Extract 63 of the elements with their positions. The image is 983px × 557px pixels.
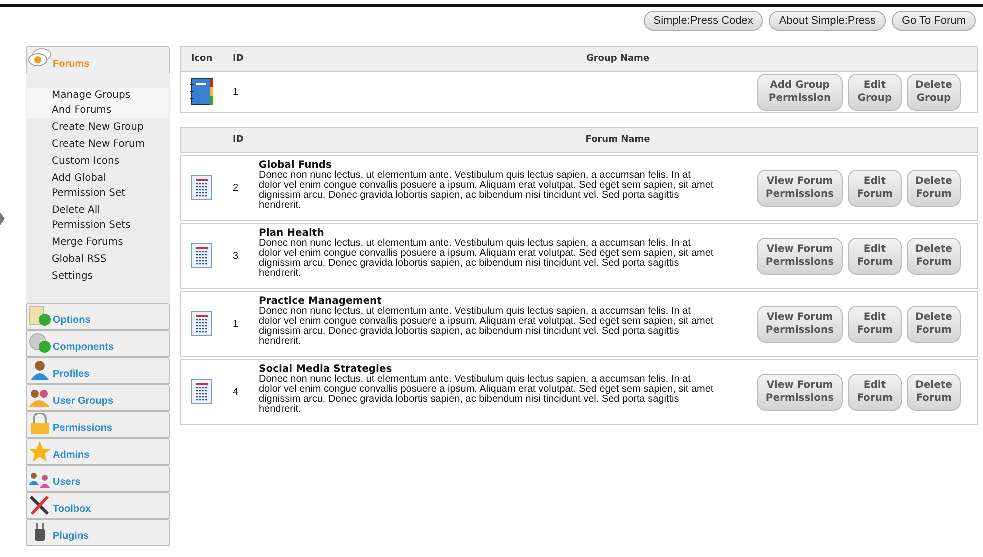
column-header: Icon <box>190 54 214 64</box>
person-icon <box>28 359 52 381</box>
submenu-item[interactable]: Global RSS <box>27 252 169 267</box>
header-button[interactable]: Simple:Press Codex <box>644 11 764 31</box>
column-header: Group Name <box>585 54 651 64</box>
forum-description: Donec non nunc lectus, ut elementum ante. Vestibulum quis lectus sapien, a accumsan felis. In at dolor vel enim congue convallis posuere a ipsum. Aliquam erat volutpat. Sed eget sem sapien, sit amet dignissim arcu. Donec gravida lobortis sapien, ac bibendum nisi tincidunt vel. Sed porta sagittis hendrerit. <box>259 375 714 415</box>
action-button[interactable]: Edit Forum <box>848 170 902 206</box>
submenu-item[interactable]: Manage Groups And Forums <box>27 88 169 118</box>
sidebar-section[interactable]: Options <box>26 303 170 330</box>
header-button[interactable]: Go To Forum <box>892 11 976 31</box>
action-button[interactable]: Delete Forum <box>907 238 961 274</box>
forum-name: Practice Management <box>259 296 382 307</box>
document-icon <box>191 311 213 337</box>
action-button[interactable]: Edit Group <box>848 74 902 110</box>
action-button[interactable]: View Forum Permissions <box>757 170 843 206</box>
sidebar-section[interactable]: Plugins <box>26 519 170 546</box>
sidebar-section[interactable]: Admins <box>26 438 170 465</box>
id-cell-text: 1 <box>232 86 240 98</box>
forum-description: Donec non nunc lectus, ut elementum ante. Vestibulum quis lectus sapien, a accumsan felis. In at dolor vel enim congue convallis posuere a ipsum. Aliquam erat volutpat. Sed eget sem sapien, sit amet dignissim arcu. Donec gravida lobortis sapien, ac bibendum nisi tincidunt vel. Sed porta sagittis hendrerit. <box>259 171 714 211</box>
action-button[interactable]: Edit Forum <box>848 374 902 410</box>
submenu-item[interactable]: Settings <box>27 269 169 284</box>
star-icon <box>28 440 52 462</box>
sidebar-section[interactable]: User Groups <box>26 384 170 411</box>
action-button[interactable]: View Forum Permissions <box>757 306 843 342</box>
action-button[interactable]: Delete Forum <box>907 170 961 206</box>
action-button[interactable]: Add Group Permission <box>757 74 843 110</box>
padlock-icon <box>28 413 52 435</box>
action-button[interactable]: Edit Forum <box>848 238 902 274</box>
action-button[interactable]: Edit Forum <box>848 306 902 342</box>
sidebar-section[interactable]: Toolbox <box>26 492 170 519</box>
document-icon <box>191 175 213 201</box>
id-cell-text: 1 <box>232 318 240 330</box>
forum-description: Donec non nunc lectus, ut elementum ante. Vestibulum quis lectus sapien, a accumsan felis. In at dolor vel enim congue convallis posuere a ipsum. Aliquam erat volutpat. Sed eget sem sapien, sit amet dignissim arcu. Donec gravida lobortis sapien, ac bibendum nisi tincidunt vel. Sed porta sagittis hendrerit. <box>259 307 714 347</box>
sidebar-section[interactable]: Components <box>26 330 170 357</box>
column-header: ID <box>232 135 245 145</box>
submenu-item[interactable]: Create New Group <box>27 120 169 135</box>
sidebar-section[interactable]: Profiles <box>26 357 170 384</box>
column-header: ID <box>232 54 245 64</box>
submenu-item[interactable]: Create New Forum <box>27 137 169 152</box>
forum-name: Global Funds <box>259 160 334 171</box>
sidebar-section[interactable]: Users <box>26 465 170 492</box>
action-button[interactable]: Delete Group <box>907 74 961 110</box>
action-button[interactable]: View Forum Permissions <box>757 374 843 410</box>
submenu-item[interactable]: Delete All Permission Sets <box>27 203 169 233</box>
id-cell-text: 2 <box>232 182 240 194</box>
submenu-item[interactable]: Custom Icons <box>27 154 169 169</box>
action-button[interactable]: Delete Forum <box>907 374 961 410</box>
column-header: Forum Name <box>584 135 652 145</box>
id-cell-text: 3 <box>232 250 240 262</box>
id-cell-text: 4 <box>232 386 240 398</box>
action-button[interactable]: Delete Forum <box>907 306 961 342</box>
forum-name: Social Media Strategies <box>259 364 392 375</box>
action-button[interactable]: View Forum Permissions <box>757 238 843 274</box>
submenu-item[interactable]: Merge Forums <box>27 235 169 250</box>
collapse-arrow-icon[interactable] <box>0 212 5 226</box>
forum-description: Donec non nunc lectus, ut elementum ante. Vestibulum quis lectus sapien, a accumsan felis. In at dolor vel enim congue convallis posuere a ipsum. Aliquam erat volutpat. Sed eget sem sapien, sit amet dignissim arcu. Donec gravida lobortis sapien, ac bibendum nisi tincidunt vel. Sed porta sagittis hendrerit. <box>259 239 714 279</box>
notebook-icon <box>189 78 215 106</box>
document-icon <box>191 379 213 405</box>
sidebar-section[interactable]: Permissions <box>26 411 170 438</box>
header-button[interactable]: About Simple:Press <box>769 11 886 31</box>
document-icon <box>191 243 213 269</box>
forum-name: Plan Health <box>259 228 326 239</box>
submenu-item[interactable]: Add Global Permission Set <box>27 171 169 201</box>
